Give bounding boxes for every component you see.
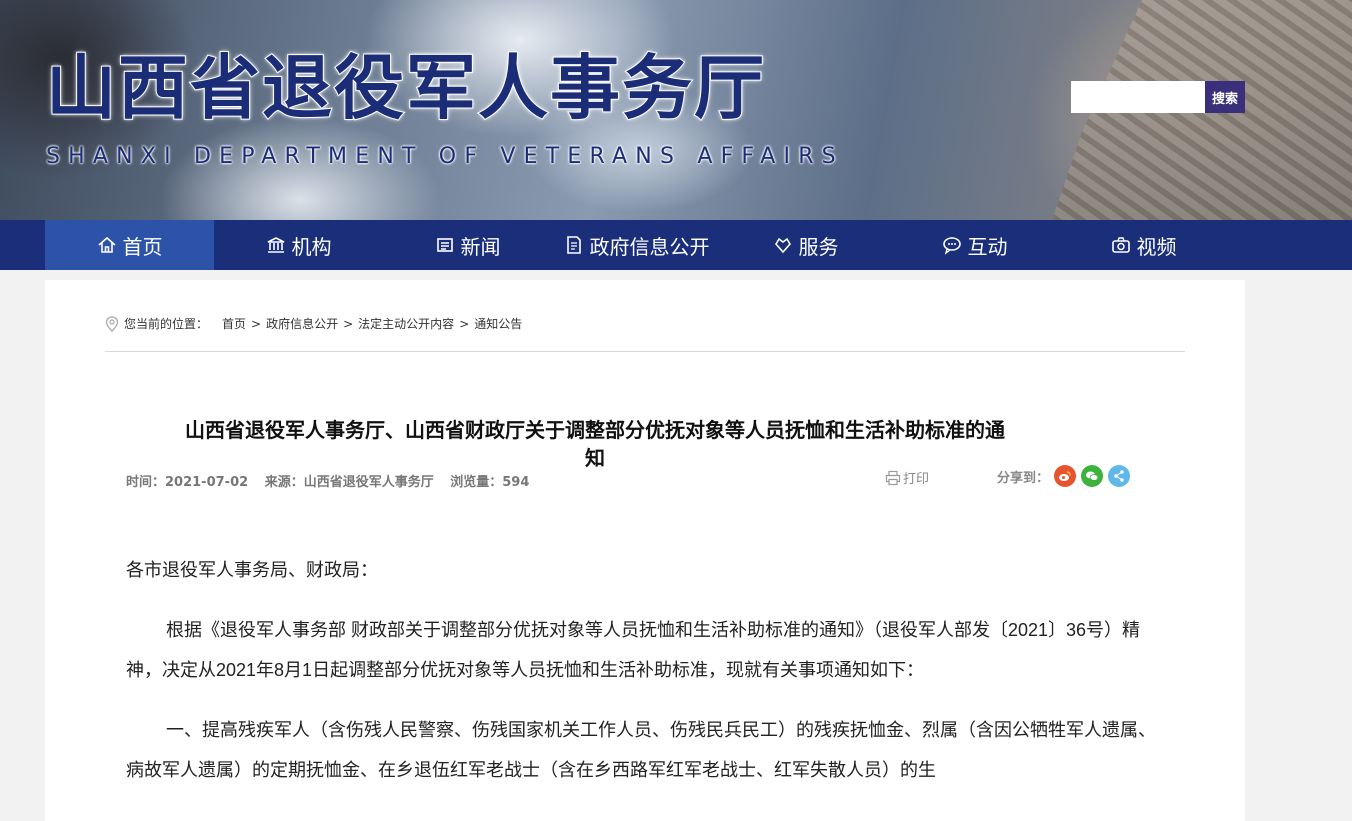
news-icon: [436, 238, 453, 252]
nav-item-institution[interactable]: 机构: [214, 220, 383, 270]
nav-item-label: 新闻: [460, 234, 501, 259]
breadcrumb-link-home[interactable]: 首页: [222, 315, 246, 332]
document-icon: [566, 236, 581, 254]
article-title: 山西省退役军人事务厅、山西省财政厅关于调整部分优抚对象等人员抚恤和生活补助标准的…: [185, 418, 1005, 470]
more-share-button[interactable]: [1108, 465, 1131, 487]
nav-item-label: 视频: [1136, 234, 1177, 259]
breadcrumb-divider: [105, 351, 1185, 352]
chat-icon: [942, 237, 961, 255]
article-salutation: 各市退役军人事务局、财政局：: [126, 560, 378, 580]
breadcrumb-label: 您当前的位置：: [124, 317, 209, 331]
nav-item-label: 机构: [291, 234, 332, 259]
breadcrumb-separator: >: [251, 316, 262, 331]
site-subtitle: SHANXI DEPARTMENT OF VETERANS AFFAIRS: [46, 144, 844, 169]
home-icon: [97, 236, 116, 253]
print-button[interactable]: 打印: [885, 468, 929, 487]
breadcrumb-link-gov-info[interactable]: 政府信息公开: [266, 315, 338, 332]
site-title: 山西省退役军人事务厅: [45, 46, 766, 129]
article-paragraph: 一、提高残疾军人（含伤残人民警察、伤残国家机关工作人员、伤残民兵民工）的残疾抚恤…: [126, 720, 1156, 780]
nav-item-gov-info[interactable]: 政府信息公开: [552, 220, 721, 270]
breadcrumb-link-statutory[interactable]: 法定主动公开内容: [358, 315, 454, 332]
article-views: 浏览量：594: [450, 475, 530, 490]
article-meta: 时间：2021-07-02 来源：山西省退役军人事务厅 浏览量：594: [126, 471, 541, 490]
search-button[interactable]: 搜索: [1205, 81, 1245, 113]
printer-icon: [885, 470, 901, 485]
wechat-icon: [1086, 471, 1099, 481]
weibo-icon: [1059, 471, 1071, 481]
nav-item-label: 服务: [798, 234, 839, 259]
header-banner: 山西省退役军人事务厅 SHANXI DEPARTMENT OF VETERANS…: [0, 0, 1352, 220]
print-label: 打印: [903, 472, 930, 487]
content-panel: 您当前的位置： 首页 > 政府信息公开 > 法定主动公开内容 > 通知公告 山西…: [45, 280, 1245, 821]
search-input[interactable]: [1071, 81, 1205, 113]
nav-item-video[interactable]: 视频: [1059, 220, 1228, 270]
search-box: 搜索: [1071, 81, 1245, 113]
camera-icon: [1111, 237, 1130, 253]
breadcrumb-separator: >: [459, 316, 470, 331]
share-label: 分享到：: [997, 470, 1050, 486]
share-bar: 分享到：: [997, 465, 1131, 487]
institution-icon: [267, 237, 284, 253]
nav-item-label: 首页: [122, 234, 163, 259]
nav-item-label: 互动: [967, 234, 1008, 259]
article-body: 各市退役军人事务局、财政局： 根据《退役军人事务部 财政部关于调整部分优抚对象等…: [126, 550, 1166, 810]
nav-item-home[interactable]: 首页: [45, 220, 214, 270]
share-icon: [1114, 470, 1124, 482]
article-source: 来源：山西省退役军人事务厅: [264, 475, 434, 490]
article-time: 时间：2021-07-02: [126, 475, 249, 490]
wechat-share-button[interactable]: [1081, 465, 1104, 487]
service-icon: [774, 237, 791, 254]
breadcrumb: 您当前的位置： 首页 > 政府信息公开 > 法定主动公开内容 > 通知公告: [105, 315, 522, 332]
location-pin-icon: [105, 315, 119, 332]
article-paragraph: 根据《退役军人事务部 财政部关于调整部分优抚对象等人员抚恤和生活补助标准的通知》…: [126, 620, 1141, 680]
nav-item-service[interactable]: 服务: [721, 220, 890, 270]
nav-item-interact[interactable]: 互动: [890, 220, 1059, 270]
weibo-share-button[interactable]: [1054, 465, 1077, 487]
nav-item-label: 政府信息公开: [589, 234, 710, 259]
breadcrumb-link-notices[interactable]: 通知公告: [474, 315, 522, 332]
nav-item-news[interactable]: 新闻: [383, 220, 552, 270]
main-nav: 首页 机构 新闻 政府信息公开 服务 互动 视频: [0, 220, 1352, 270]
breadcrumb-separator: >: [343, 316, 354, 331]
